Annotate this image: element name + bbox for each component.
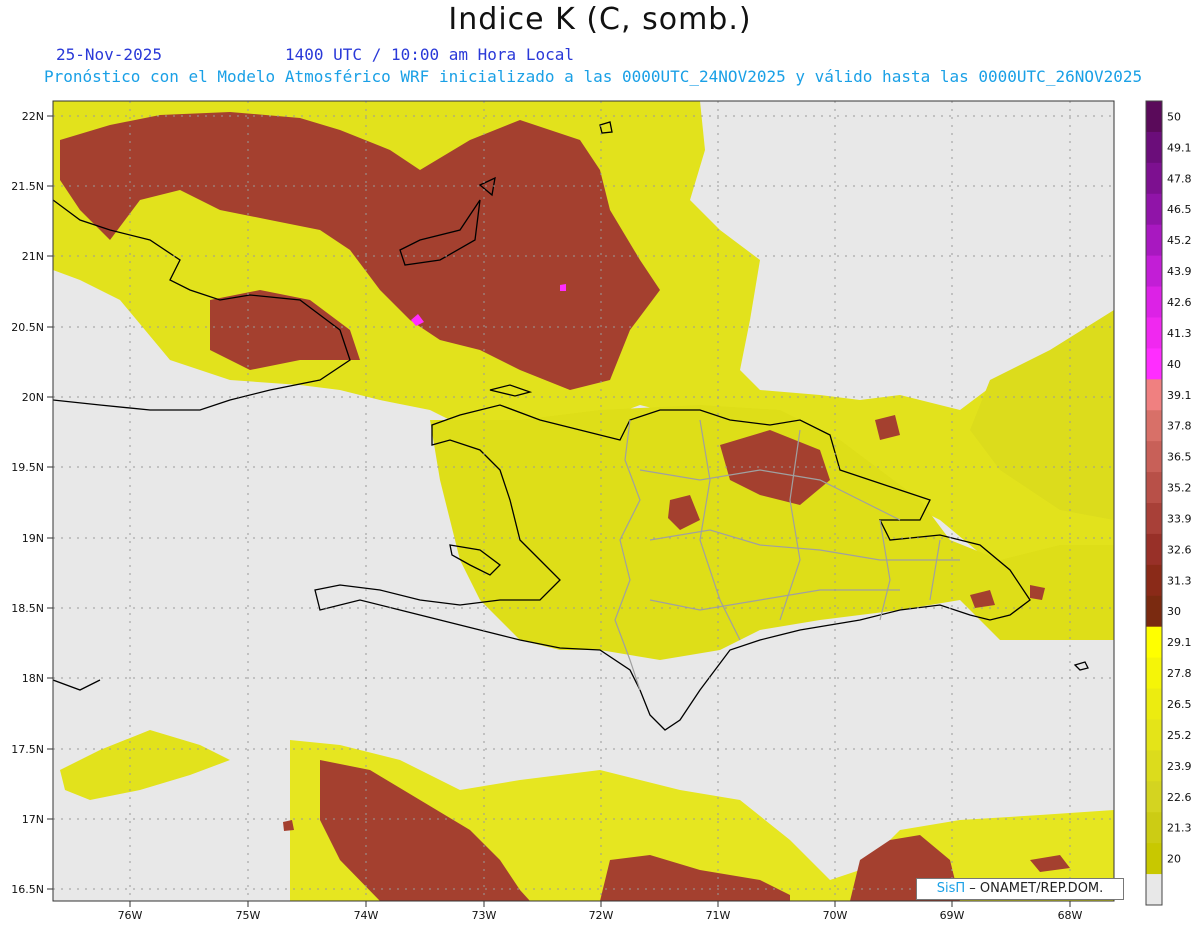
colorbar-swatch [1146,533,1162,566]
lon-label: 71W [706,909,731,922]
lat-label: 19N [22,532,44,545]
colorbar-swatch [1146,472,1162,504]
colorbar-label: 22.6 [1167,791,1192,804]
colorbar-swatch [1146,750,1162,782]
colorbar-swatch [1146,657,1162,690]
colorbar-swatch [1146,348,1162,380]
colorbar-swatch [1146,317,1162,349]
colorbar-label: 25.2 [1167,729,1192,742]
lat-label: 16.5N [11,883,44,896]
colorbar-label: 37.8 [1167,420,1192,433]
colorbar-swatch [1146,379,1162,411]
colorbar-label: 23.9 [1167,760,1192,773]
colorbar-swatch [1146,410,1162,442]
colorbar-label: 35.2 [1167,482,1192,495]
lat-label: 20.5N [11,321,44,334]
colorbar-label: 40 [1167,358,1181,371]
credit-org: – ONAMET/REP.DOM. [965,881,1104,896]
colorbar-swatch [1146,193,1162,226]
colorbar-swatch [1146,441,1162,473]
colorbar-label: 46.5 [1167,203,1192,216]
colorbar-label: 30 [1167,605,1181,618]
colorbar-swatch [1146,626,1162,659]
colorbar-label: 50 [1167,110,1181,123]
colorbar-label: 20 [1167,853,1181,866]
sis-logo-text: SisΠ [936,881,966,896]
colorbar-label: 33.9 [1167,512,1192,525]
colorbar-swatch [1146,131,1162,164]
lon-label: 76W [118,909,143,922]
colorbar-label: 39.1 [1167,389,1192,402]
colorbar-swatch [1146,564,1162,597]
colorbar-label: 21.3 [1167,822,1192,835]
colorbar-swatch [1146,719,1162,751]
lon-label: 74W [354,909,379,922]
colorbar-label: 45.2 [1167,234,1192,247]
colorbar-swatch [1146,286,1162,318]
colorbar-label: 32.6 [1167,543,1192,556]
colorbar-label: 26.5 [1167,698,1192,711]
lat-label: 22N [22,110,44,123]
colorbar-swatch [1146,688,1162,720]
lat-label: 21.5N [11,180,44,193]
lon-label: 70W [823,909,848,922]
lat-label: 21N [22,250,44,263]
lon-axis: 76W 75W 74W 73W 72W 71W 70W 69W 68W [118,901,1083,922]
colorbar-swatch [1146,503,1162,535]
colorbar-swatch [1146,874,1162,906]
lat-label: 18N [22,672,44,685]
weather-map: 22N 21.5N 21N 20.5N 20N 19.5N 19N 18.5N … [11,100,1192,922]
lon-label: 68W [1058,909,1083,922]
colorbar-label: 42.6 [1167,296,1192,309]
colorbar-swatch [1146,255,1162,288]
colorbar-label: 49.1 [1167,141,1192,154]
lat-label: 19.5N [11,461,44,474]
lon-label: 75W [236,909,261,922]
colorbar-label: 41.3 [1167,327,1192,340]
colorbar-swatch [1146,781,1162,813]
colorbar-swatch [1146,162,1162,195]
colorbar-swatch [1146,843,1162,875]
credit-box: SisΠ – ONAMET/REP.DOM. [916,878,1124,900]
colorbar-swatch [1146,101,1162,133]
colorbar-label: 31.3 [1167,574,1192,587]
colorbar-label: 29.1 [1167,636,1192,649]
colorbar-swatch [1146,812,1162,844]
colorbar-swatch [1146,224,1162,257]
lat-label: 20N [22,391,44,404]
lat-axis: 22N 21.5N 21N 20.5N 20N 19.5N 19N 18.5N … [11,110,53,896]
lon-label: 73W [472,909,497,922]
lon-label: 69W [940,909,965,922]
lon-label: 72W [589,909,614,922]
colorbar-label: 36.5 [1167,451,1192,464]
colorbar-label: 43.9 [1167,265,1192,278]
colorbar: 50 49.1 47.8 46.5 45.2 43.9 42.6 41.3 40 39.1 37.8… [1145,100,1192,906]
lat-label: 17.5N [11,743,44,756]
lat-label: 17N [22,813,44,826]
colorbar-label: 47.8 [1167,172,1192,185]
colorbar-label: 27.8 [1167,667,1192,680]
lat-label: 18.5N [11,602,44,615]
colorbar-swatch [1146,595,1162,628]
